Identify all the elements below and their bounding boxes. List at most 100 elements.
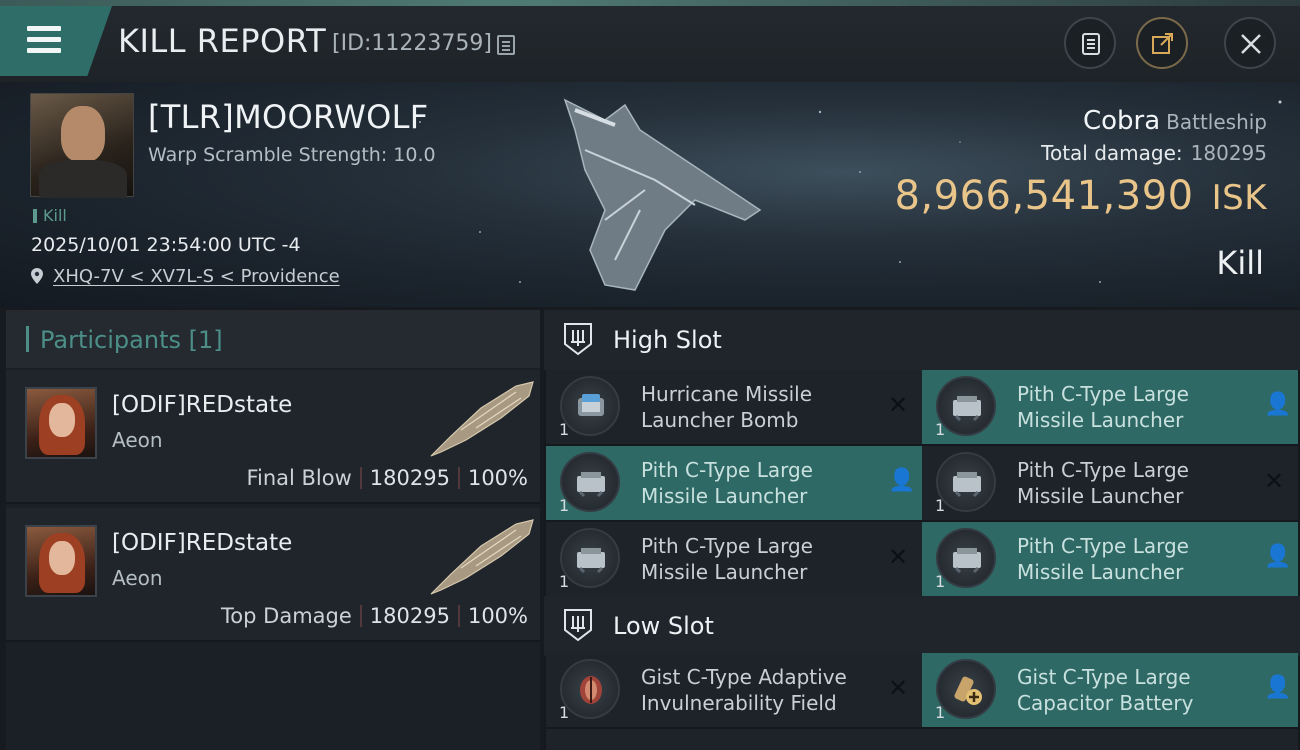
total-damage-label: Total damage: bbox=[1041, 141, 1183, 165]
warp-scramble-strength: Warp Scramble Strength: 10.0 bbox=[148, 144, 436, 166]
participant-percent: 100% bbox=[467, 466, 528, 490]
dropped-person-icon: 👤 bbox=[888, 468, 916, 493]
ship-name: Cobra bbox=[1082, 106, 1161, 136]
page-title: KILL REPORT bbox=[118, 22, 327, 60]
module-name: Pith C-Type Large Missile Launcher bbox=[641, 533, 871, 585]
module-quantity: 1 bbox=[559, 703, 570, 722]
module-item[interactable]: 1 Pith C-Type Large Missile Launcher ✕ bbox=[922, 446, 1298, 520]
participant-percent: 100% bbox=[467, 604, 528, 628]
module-name: Pith C-Type Large Missile Launcher bbox=[1017, 381, 1247, 433]
participant-name: [ODIF]REDstate bbox=[112, 392, 293, 418]
kill-location[interactable]: XHQ-7V < XV7L-S < Providence bbox=[31, 266, 340, 287]
participant-ship: Aeon bbox=[112, 428, 163, 452]
module-name-line2: Launcher Bomb bbox=[641, 408, 799, 432]
participant-stats: Top Damage 180295 100% bbox=[221, 604, 528, 628]
low-slot-icon bbox=[564, 609, 592, 642]
module-name-line1: Pith C-Type Large bbox=[1017, 458, 1189, 482]
module-item[interactable]: 1 Gist C-Type Large Capacitor Battery 👤 bbox=[922, 653, 1298, 727]
high-slot-header: High Slot bbox=[544, 310, 1300, 370]
destroyed-icon: ✕ bbox=[888, 674, 909, 702]
victim-summary: [TLR]MOORWOLF Warp Scramble Strength: 10… bbox=[0, 82, 1300, 307]
menu-button[interactable] bbox=[0, 6, 112, 76]
dropped-person-icon: 👤 bbox=[1264, 392, 1292, 417]
module-item-partial[interactable] bbox=[546, 729, 922, 750]
module-item[interactable]: 1 Pith C-Type Large Missile Launcher 👤 bbox=[922, 522, 1298, 596]
module-name: Pith C-Type Large Missile Launcher bbox=[1017, 457, 1247, 509]
copy-icon[interactable] bbox=[497, 35, 515, 55]
module-name: Gist C-Type Large Capacitor Battery bbox=[1017, 664, 1247, 716]
victim-ship: Cobra Battleship bbox=[1083, 106, 1267, 136]
module-item[interactable]: 1 Gist C-Type Adaptive Invulnerability Fi… bbox=[546, 653, 922, 727]
module-quantity: 1 bbox=[935, 703, 946, 722]
total-damage-value: 180295 bbox=[1190, 141, 1267, 165]
isk-unit: ISK bbox=[1211, 178, 1267, 218]
destroyed-icon: ✕ bbox=[1264, 467, 1285, 495]
module-name-line1: Gist C-Type Adaptive bbox=[641, 665, 847, 689]
module-name-line1: Pith C-Type Large bbox=[1017, 534, 1189, 558]
isk-amount: 8,966,541,390 bbox=[894, 173, 1194, 219]
module-name-line1: Pith C-Type Large bbox=[641, 458, 813, 482]
isk-value: 8,966,541,390 ISK bbox=[894, 173, 1267, 219]
dropped-person-icon: 👤 bbox=[1264, 675, 1292, 700]
module-item[interactable]: 1 Pith C-Type Large Missile Launcher 👤 bbox=[546, 446, 922, 520]
module-name: Gist C-Type Adaptive Invulnerability Fiel… bbox=[641, 664, 871, 716]
module-name-line2: Missile Launcher bbox=[1017, 408, 1184, 432]
module-quantity: 1 bbox=[935, 572, 946, 591]
module-quantity: 1 bbox=[935, 496, 946, 515]
result-label: Kill bbox=[1216, 244, 1264, 282]
participant-ship-image bbox=[430, 519, 534, 595]
victim-name[interactable]: [TLR]MOORWOLF bbox=[148, 98, 428, 136]
participants-title: Participants [1] bbox=[40, 326, 223, 354]
participant-damage: 180295 bbox=[369, 604, 450, 628]
clipboard-button[interactable] bbox=[1064, 17, 1116, 69]
module-quantity: 1 bbox=[935, 420, 946, 439]
module-item[interactable]: 1 Pith C-Type Large Missile Launcher 👤 bbox=[922, 370, 1298, 444]
module-name-line2: Invulnerability Field bbox=[641, 691, 837, 715]
hamburger-icon bbox=[27, 26, 61, 54]
participant-stats: Final Blow 180295 100% bbox=[246, 466, 528, 490]
high-slot-icon bbox=[564, 323, 592, 356]
module-item-partial[interactable] bbox=[922, 729, 1298, 750]
close-icon bbox=[1241, 34, 1261, 54]
top-bar: KILL REPORT [ID:11223759] bbox=[0, 0, 1300, 82]
module-quantity: 1 bbox=[559, 496, 570, 515]
total-damage: Total damage: 180295 bbox=[1041, 141, 1267, 165]
module-name-line2: Missile Launcher bbox=[1017, 560, 1184, 584]
share-icon bbox=[1152, 33, 1173, 54]
module-name-line1: Pith C-Type Large bbox=[1017, 382, 1189, 406]
high-slot-title: High Slot bbox=[613, 326, 722, 354]
share-button[interactable] bbox=[1136, 17, 1188, 69]
participant-damage: 180295 bbox=[369, 466, 450, 490]
victim-avatar[interactable] bbox=[30, 93, 134, 198]
participant-row[interactable]: [ODIF]REDstate Aeon Final Blow 180295 100% bbox=[6, 370, 540, 504]
participant-ship-image bbox=[430, 381, 534, 457]
victim-ship-image bbox=[563, 98, 762, 291]
location-link[interactable]: XHQ-7V < XV7L-S < Providence bbox=[53, 266, 340, 287]
participant-role: Top Damage bbox=[221, 604, 352, 628]
module-name-line2: Missile Launcher bbox=[1017, 484, 1184, 508]
participant-role: Final Blow bbox=[246, 466, 352, 490]
participant-ship: Aeon bbox=[112, 566, 163, 590]
participant-name: [ODIF]REDstate bbox=[112, 530, 293, 556]
kill-tag: Kill bbox=[33, 206, 67, 225]
destroyed-icon: ✕ bbox=[888, 543, 909, 571]
participant-row[interactable]: [ODIF]REDstate Aeon Top Damage 180295 100% bbox=[6, 508, 540, 642]
module-quantity: 1 bbox=[559, 572, 570, 591]
module-name: Pith C-Type Large Missile Launcher bbox=[1017, 533, 1247, 585]
participant-avatar[interactable] bbox=[25, 387, 97, 459]
fitting-panel: High Slot 1 Hurricane Missile Launcher Bo… bbox=[544, 310, 1300, 750]
participant-avatar[interactable] bbox=[25, 525, 97, 597]
kill-datetime: 2025/10/01 23:54:00 UTC -4 bbox=[31, 234, 301, 256]
module-name-line2: Missile Launcher bbox=[641, 560, 808, 584]
ship-class: Battleship bbox=[1166, 110, 1267, 134]
module-item[interactable]: 1 Hurricane Missile Launcher Bomb ✕ bbox=[546, 370, 922, 444]
module-name: Pith C-Type Large Missile Launcher bbox=[641, 457, 871, 509]
module-name-line1: Pith C-Type Large bbox=[641, 534, 813, 558]
participants-header: Participants [1] bbox=[6, 310, 540, 368]
module-item[interactable]: 1 Pith C-Type Large Missile Launcher ✕ bbox=[546, 522, 922, 596]
clipboard-icon bbox=[1082, 33, 1100, 55]
close-button[interactable] bbox=[1224, 17, 1276, 69]
kill-report-screen: KILL REPORT [ID:11223759] [TLR]MOORWOLF … bbox=[0, 0, 1300, 750]
module-name-line1: Hurricane Missile bbox=[641, 382, 813, 406]
low-slot-header: Low Slot bbox=[544, 596, 1300, 656]
